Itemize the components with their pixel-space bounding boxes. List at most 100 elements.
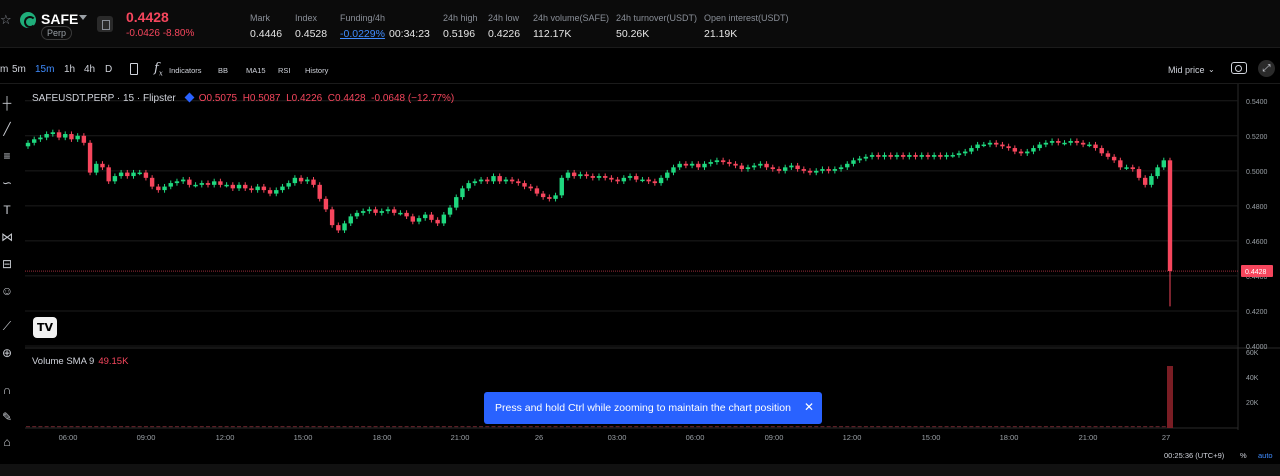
study-bb[interactable]: BB [218,66,228,75]
study-rsi[interactable]: RSI [278,66,291,75]
interval-1h[interactable]: 1h [64,64,75,75]
function-icon[interactable]: fx [154,61,163,78]
candle-body [497,176,502,182]
fullscreen-icon[interactable]: ⤢ [1258,60,1275,77]
candle-body [25,142,31,147]
volume-bar [1118,426,1123,428]
chart-toolbar: m 5m 15m 1h 4h D fx Indicators BB MA15 R… [0,57,1280,84]
volume-bar [584,426,589,428]
chevron-down-icon[interactable]: ⌄ [1208,65,1215,74]
interval-5m[interactable]: 5m [12,64,26,75]
candle-body [516,181,521,184]
volume-bar [826,426,831,428]
volume-bar [305,426,310,428]
candle-body [435,219,440,224]
symbol-name[interactable]: SAFE [41,11,78,27]
candle-body [627,176,633,178]
volume-bar [888,426,893,428]
candle-body [795,165,800,170]
candle-body [193,184,198,187]
zoom-hint-toast: Press and hold Ctrl while zooming to mai… [484,392,822,424]
volume-bar [100,426,105,428]
volume-bar [193,426,198,428]
candle-body [869,155,875,157]
bottom-strip [0,464,1280,476]
volume-bar [249,426,254,428]
time-tick-label: 27 [1162,433,1170,442]
volume-bar [1025,426,1030,428]
price-mode-select[interactable]: Mid price [1168,65,1205,75]
volume-bar [119,426,124,428]
volume-bar [745,426,750,428]
candle-body [1111,156,1117,161]
volume-bar [510,426,515,428]
volume-bar [292,426,297,428]
interval-1d[interactable]: D [105,64,112,75]
volume-bar [1143,426,1148,428]
volume-bar [348,426,353,428]
candle-body [782,167,788,171]
index-value: 0.4528 [295,28,328,40]
close-icon[interactable]: ✕ [804,400,814,414]
candle-body [590,176,595,178]
candle-body [50,132,56,135]
volume-bar [572,426,577,428]
volume-bar [597,426,601,428]
candle-body [410,216,416,222]
tradingview-logo[interactable]: TV [33,317,57,338]
candle-body [727,162,732,164]
volume-bar [783,426,788,428]
auto-scale-toggle[interactable]: auto [1258,451,1273,460]
volume-bar [323,426,328,428]
candle-body [981,144,987,147]
candle-body [311,179,316,185]
volume-bar [131,426,136,428]
funding-rate-link[interactable]: -0.0229% [340,28,385,40]
time-tick-label: 15:00 [294,433,313,442]
candle-body [1049,141,1055,143]
volume-bar [547,426,552,428]
interval-4h[interactable]: 4h [84,64,95,75]
candle-body [547,197,552,199]
interval-15m[interactable]: 15m [35,64,54,75]
candle-body [1136,169,1142,178]
volume-bar [392,426,397,428]
volume-bar [863,426,868,428]
study-ma15[interactable]: MA15 [246,66,266,75]
candle-body [323,198,329,210]
candle-body [1025,151,1030,154]
candles-icon[interactable] [130,63,138,75]
volume-tick-label: 40K [1246,375,1259,382]
volume-bar [88,426,93,428]
candle-body [44,134,49,138]
time-tick-label: 18:00 [373,433,392,442]
candle-body [391,209,397,213]
candle-body [503,179,509,182]
candle-body [683,163,689,166]
percent-toggle[interactable]: % [1240,451,1247,460]
candle-body [1056,141,1061,143]
candle-body [367,209,372,212]
volume-bar [373,426,378,428]
interval-1m[interactable]: m [0,64,8,75]
volume-bar [1019,426,1024,428]
document-icon[interactable] [97,16,113,32]
volume-bar [752,426,757,428]
volume-bar [963,426,968,428]
chevron-down-icon[interactable] [79,15,87,20]
candle-body [969,148,974,152]
camera-icon[interactable] [1231,62,1247,74]
candle-body [1018,151,1024,154]
history-button[interactable]: History [305,66,328,75]
star-icon[interactable]: ☆ [0,13,14,27]
volume-bar [75,426,80,428]
status-bar: 00:25:36 (UTC+9) % auto [0,448,1280,462]
volume-bar [1062,426,1067,428]
candle-body [205,183,211,185]
candle-body [100,163,105,168]
indicators-button[interactable]: Indicators [169,66,202,75]
candle-body [807,170,813,173]
candle-body [534,188,540,194]
volume-bar [696,426,701,428]
volume-bar [733,426,738,428]
